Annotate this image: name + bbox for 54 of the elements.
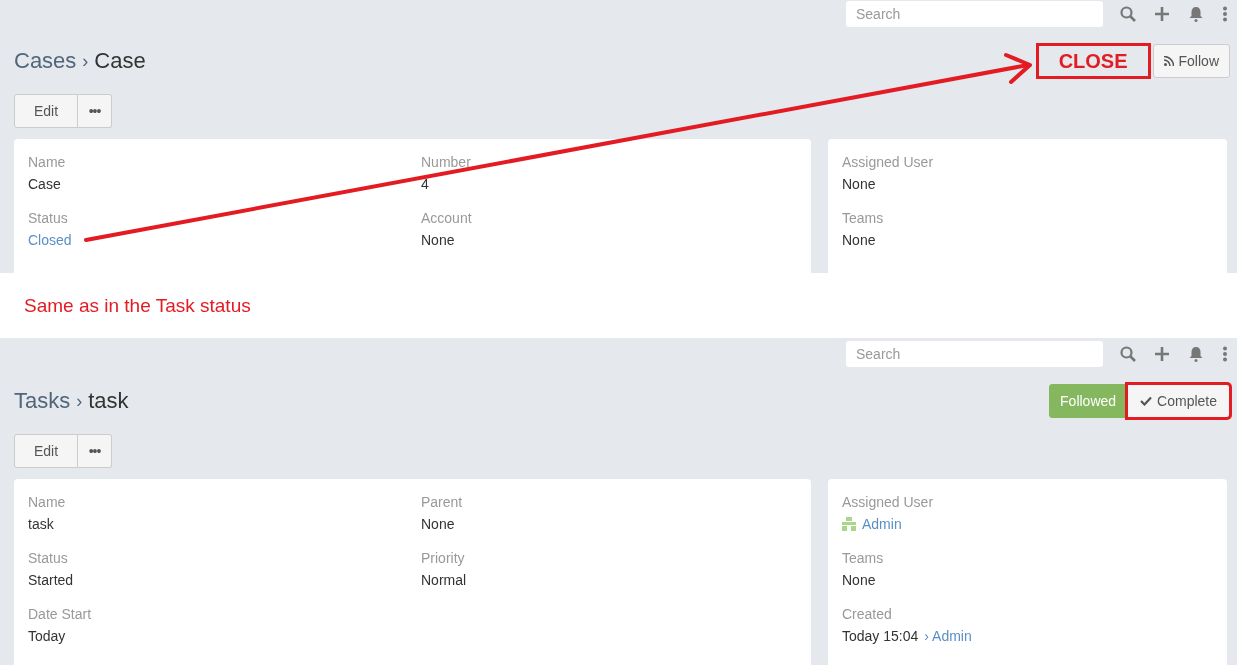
search-field[interactable]: Search <box>846 341 1103 367</box>
field-value: None <box>842 176 876 192</box>
field-link[interactable]: Closed <box>28 232 72 248</box>
field-value: None <box>421 516 455 532</box>
close-callout: CLOSE <box>1035 43 1151 79</box>
field-label: Priority <box>421 550 465 566</box>
field-label: Teams <box>842 550 884 566</box>
breadcrumb-separator: › <box>82 50 89 72</box>
search-icon[interactable] <box>1120 346 1136 362</box>
user-link[interactable]: › Admin <box>924 628 972 644</box>
breadcrumb-separator: › <box>76 390 83 412</box>
search-field[interactable]: Search <box>846 1 1103 27</box>
field-value: Today 15:04 <box>842 628 919 644</box>
field-label: Account <box>421 210 472 226</box>
field-value: Normal <box>421 572 467 588</box>
field-value: Case <box>28 176 61 192</box>
edit-button[interactable]: Edit <box>14 434 78 468</box>
annotation-text: Same as in the Task status <box>24 294 251 317</box>
bell-icon[interactable] <box>1189 6 1203 22</box>
field-value: 4 <box>421 176 429 192</box>
plus-icon[interactable] <box>1155 347 1169 361</box>
field-value: None <box>421 232 455 248</box>
rss-icon <box>1163 56 1174 66</box>
field-label: Status <box>28 550 68 566</box>
more-button[interactable]: ••• <box>78 94 112 128</box>
field-label: Status <box>28 210 68 226</box>
field-value: Started <box>28 572 74 588</box>
field-value: Today <box>28 628 66 644</box>
bell-icon[interactable] <box>1189 346 1203 362</box>
field-label: Assigned User <box>842 494 934 510</box>
more-button[interactable]: ••• <box>78 434 112 468</box>
field-label: Name <box>28 494 66 510</box>
field-label: Name <box>28 154 66 170</box>
breadcrumb-link[interactable]: Cases <box>14 48 77 74</box>
field-value: None <box>842 572 876 588</box>
menu-icon[interactable] <box>1222 346 1228 362</box>
check-icon <box>1140 396 1153 406</box>
page-title: task <box>88 388 129 414</box>
field-label: Parent <box>421 494 463 510</box>
breadcrumb-link[interactable]: Tasks <box>14 388 71 414</box>
plus-icon[interactable] <box>1155 7 1169 21</box>
follow-button[interactable]: Follow <box>1152 44 1230 78</box>
field-label: Teams <box>842 210 884 226</box>
page-title: Case <box>94 48 146 74</box>
field-label: Created <box>842 606 892 622</box>
field-label: Number <box>421 154 471 170</box>
complete-button[interactable]: Complete <box>1127 384 1230 418</box>
search-icon[interactable] <box>1120 6 1136 22</box>
field-label: Assigned User <box>842 154 934 170</box>
field-value: None <box>842 232 876 248</box>
edit-button[interactable]: Edit <box>14 94 78 128</box>
menu-icon[interactable] <box>1222 6 1228 22</box>
field-label: Date Start <box>28 606 92 622</box>
field-value: task <box>28 516 54 532</box>
